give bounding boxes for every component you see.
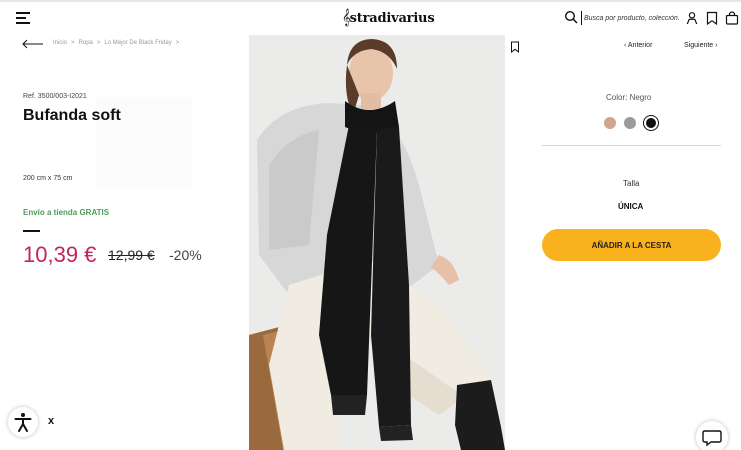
accessibility-button[interactable] bbox=[8, 407, 38, 437]
discount-badge: -20% bbox=[169, 247, 202, 263]
brand-logo[interactable]: 𝄞stradivarius bbox=[342, 8, 435, 26]
section-divider bbox=[542, 145, 721, 146]
close-accessibility-button[interactable]: x bbox=[48, 415, 54, 427]
previous-product-link[interactable]: ‹ Anterior bbox=[624, 42, 652, 49]
shipping-info: Envío a tienda GRATIS bbox=[23, 208, 110, 217]
back-arrow-icon[interactable] bbox=[22, 38, 44, 50]
price-divider bbox=[23, 230, 40, 232]
next-product-link[interactable]: Siguiente › bbox=[684, 42, 717, 49]
swatch-fill bbox=[646, 118, 656, 128]
user-icon[interactable] bbox=[685, 11, 699, 25]
breadcrumb-item-ropa[interactable]: Ropa bbox=[79, 40, 93, 46]
search-input[interactable] bbox=[581, 11, 679, 25]
color-swatch-grey[interactable] bbox=[624, 117, 636, 129]
accessibility-icon bbox=[14, 413, 32, 432]
bag-icon[interactable] bbox=[725, 11, 739, 25]
product-title: Bufanda soft bbox=[23, 107, 121, 124]
model-illustration bbox=[249, 35, 505, 450]
product-dimensions: 200 cm x 75 cm bbox=[23, 175, 73, 182]
color-label: Color: Negro bbox=[606, 93, 652, 102]
size-label: Talla bbox=[623, 179, 640, 188]
breadcrumb-item-black-friday[interactable]: Lo Mejor De Black Friday bbox=[104, 40, 171, 46]
breadcrumb-separator: > bbox=[96, 40, 101, 46]
breadcrumb: Inicio > Ropa > Lo Mejor De Black Friday > bbox=[53, 40, 183, 46]
product-reference: Ref. 3500/003-I2021 bbox=[23, 93, 87, 100]
size-value[interactable]: ÚNICA bbox=[618, 202, 643, 211]
breadcrumb-separator: > bbox=[71, 40, 75, 46]
breadcrumb-item-inicio[interactable]: Inicio bbox=[53, 40, 67, 46]
current-price: 10,39 € bbox=[23, 242, 97, 267]
product-image[interactable] bbox=[249, 35, 505, 450]
site-header: 𝄞stradivarius bbox=[0, 2, 741, 32]
original-price: 12,99 € bbox=[108, 247, 155, 263]
wishlist-icon[interactable] bbox=[705, 11, 719, 25]
save-bookmark-icon[interactable] bbox=[510, 41, 520, 53]
add-to-cart-button[interactable]: AÑADIR A LA CESTA bbox=[542, 229, 721, 261]
breadcrumb-separator: > bbox=[175, 40, 180, 46]
color-swatch-beige[interactable] bbox=[604, 117, 616, 129]
chat-icon bbox=[702, 430, 722, 447]
color-swatch-black-selected[interactable] bbox=[643, 115, 659, 131]
menu-icon[interactable] bbox=[16, 12, 30, 24]
search-icon[interactable] bbox=[564, 10, 578, 24]
chat-button[interactable] bbox=[696, 421, 728, 450]
